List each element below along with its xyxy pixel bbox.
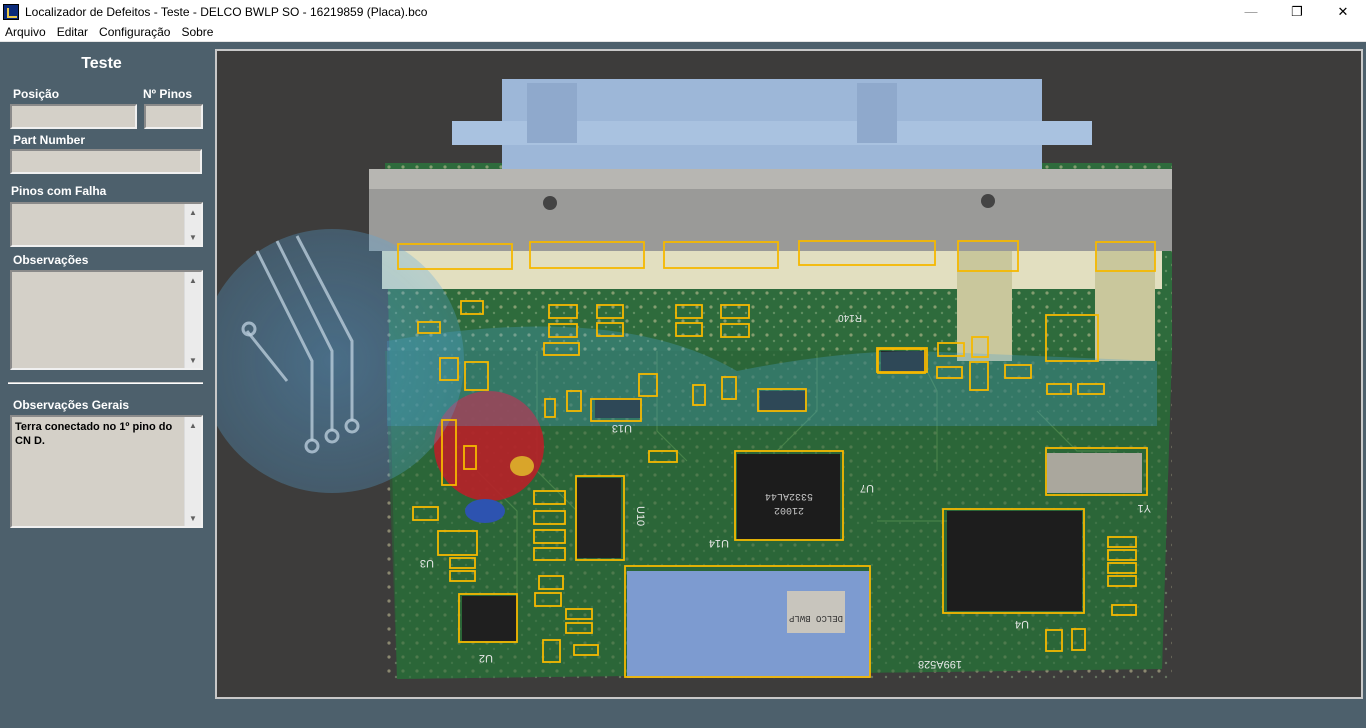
menu-arquivo[interactable]: Arquivo — [0, 25, 52, 39]
window-controls: — ❐ ✕ — [1228, 0, 1366, 23]
obs-gerais-scrollbar[interactable]: ▲ ▼ — [184, 417, 201, 526]
scroll-up-icon[interactable]: ▲ — [185, 417, 201, 433]
pinos-falha-scrollbar[interactable]: ▲ ▼ — [184, 204, 201, 245]
test-panel: Teste Posição Nº Pinos Part Number Pinos… — [0, 43, 210, 728]
pinos-falha-label: Pinos com Falha — [11, 184, 107, 198]
board-image[interactable]: 5332AL44 21002 DELCO BWLP U13 U10 U7 U14… — [217, 51, 1361, 697]
chip-label-u7-b: 21002 — [774, 504, 804, 515]
silk-u3: U3 — [420, 557, 434, 569]
menu-editar[interactable]: Editar — [52, 25, 94, 39]
menu-bar: Arquivo Editar Configuração Sobre — [0, 23, 1366, 42]
scroll-down-icon[interactable]: ▼ — [185, 352, 201, 368]
partnumber-label: Part Number — [13, 133, 86, 147]
title-bar: Localizador de Defeitos - Teste - DELCO … — [0, 0, 1366, 23]
menu-sobre[interactable]: Sobre — [176, 25, 219, 39]
silk-u4: U4 — [1015, 618, 1029, 630]
npinos-field[interactable] — [144, 104, 203, 129]
obs-gerais-label: Observações Gerais — [13, 398, 130, 412]
pinos-falha-field[interactable]: ▲ ▼ — [10, 202, 203, 247]
app-icon — [3, 3, 19, 20]
silk-board-id: 199A528 — [918, 658, 962, 670]
scroll-down-icon[interactable]: ▼ — [185, 510, 201, 526]
obs-gerais-text: Terra conectado no 1º pino do CN D. — [15, 421, 173, 447]
silk-u7: U7 — [860, 482, 874, 494]
obs-gerais-field[interactable]: Terra conectado no 1º pino do CN D. ▲ ▼ — [10, 415, 203, 528]
restore-icon[interactable]: ❐ — [1274, 0, 1320, 23]
scroll-up-icon[interactable]: ▲ — [185, 204, 201, 220]
npinos-label: Nº Pinos — [143, 87, 193, 101]
silk-u14: U14 — [709, 537, 729, 549]
partnumber-field[interactable] — [10, 149, 202, 174]
close-icon[interactable]: ✕ — [1320, 0, 1366, 23]
panel-separator — [8, 382, 203, 384]
silk-r140: R140 — [838, 312, 862, 323]
board-viewer[interactable]: 5332AL44 21002 DELCO BWLP U13 U10 U7 U14… — [215, 49, 1363, 699]
silk-y1: Y1 — [1138, 502, 1151, 514]
posicao-label: Posição — [13, 87, 60, 101]
menu-configuracao[interactable]: Configuração — [94, 25, 176, 39]
observacoes-label: Observações — [13, 253, 89, 267]
minimize-icon[interactable]: — — [1228, 0, 1274, 23]
relay-label: DELCO BWLP — [789, 613, 843, 623]
chip-label-u7: 5332AL44 — [765, 490, 813, 501]
silk-u10: U10 — [634, 506, 646, 526]
scroll-down-icon[interactable]: ▼ — [185, 229, 201, 245]
observacoes-field[interactable]: ▲ ▼ — [10, 270, 203, 370]
panel-title: Teste — [81, 55, 122, 72]
scroll-up-icon[interactable]: ▲ — [185, 272, 201, 288]
window-title: Localizador de Defeitos - Teste - DELCO … — [25, 4, 428, 19]
posicao-field[interactable] — [10, 104, 137, 129]
observacoes-scrollbar[interactable]: ▲ ▼ — [184, 272, 201, 368]
silk-u2: U2 — [479, 652, 493, 664]
